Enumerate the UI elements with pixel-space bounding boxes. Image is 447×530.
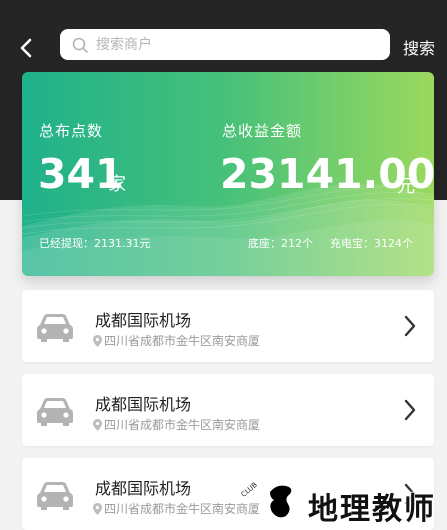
merchant-name: 成都国际机场 <box>95 479 192 498</box>
search-box[interactable] <box>60 29 390 60</box>
chevron-right-icon <box>404 315 416 337</box>
merchant-address: 四川省成都市金牛区南安商厦 <box>93 416 260 433</box>
merchant-list-item[interactable]: 成都国际机场 四川省成都市金牛区南安商厦 <box>22 290 434 362</box>
car-icon <box>37 482 73 510</box>
watermark: CLUB 地理教师 <box>232 478 442 527</box>
income-label: 总收益金额 <box>222 122 303 140</box>
chevron-right-icon <box>404 399 416 421</box>
back-button[interactable] <box>12 34 40 62</box>
car-icon <box>37 314 73 342</box>
location-pin-icon <box>93 418 102 431</box>
merchant-name: 成都国际机场 <box>95 311 192 330</box>
location-pin-icon <box>93 334 102 347</box>
power-bank-count: 充电宝：3124个 <box>330 237 413 250</box>
merchant-address-text: 四川省成都市金牛区南安商厦 <box>104 418 261 432</box>
stats-card: 总布点数 341 家 总收益金额 23141.00 元 已经提现：2131.31… <box>22 72 434 276</box>
bases-count: 底座：212个 <box>248 237 313 250</box>
watermark-text: 地理教师 <box>308 492 436 527</box>
search-button[interactable]: 搜索 <box>403 35 435 59</box>
location-pin-icon <box>93 502 102 515</box>
merchant-name: 成都国际机场 <box>95 395 192 414</box>
search-icon <box>72 37 88 53</box>
merchant-list-item[interactable]: 成都国际机场 四川省成都市金牛区南安商厦 <box>22 374 434 446</box>
watermark-logo-icon: CLUB <box>240 481 304 522</box>
income-unit: 元 <box>397 176 415 197</box>
points-label: 总布点数 <box>39 122 104 140</box>
merchant-address-text: 四川省成都市金牛区南安商厦 <box>104 334 261 348</box>
car-icon <box>37 398 73 426</box>
search-input[interactable] <box>94 35 368 54</box>
merchant-address: 四川省成都市金牛区南安商厦 <box>93 332 260 349</box>
points-unit: 家 <box>108 174 126 195</box>
withdrawn-text: 已经提现：2131.31元 <box>39 237 151 250</box>
chevron-left-icon <box>20 38 32 58</box>
svg-text:CLUB: CLUB <box>240 481 259 499</box>
